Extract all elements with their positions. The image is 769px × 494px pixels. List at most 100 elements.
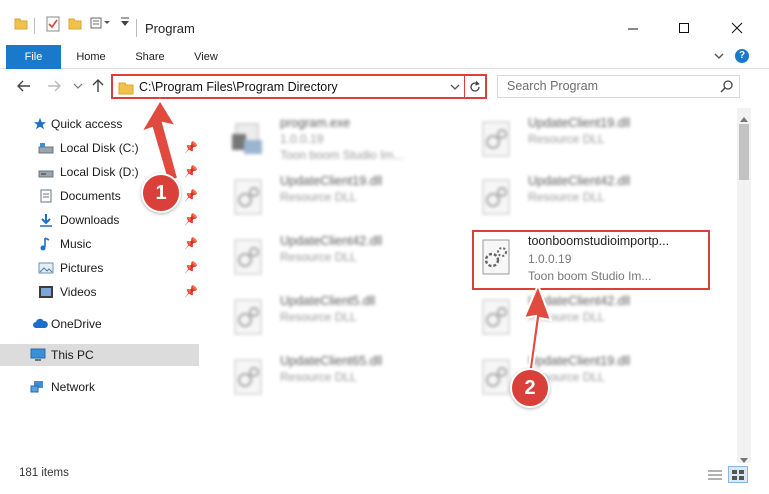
search-placeholder: Search Program [507, 79, 599, 93]
nav-label: Local Disk (D:) [60, 165, 139, 179]
close-icon [731, 22, 743, 34]
file-item[interactable]: UpdateClient19.dll Resource DLL [224, 172, 454, 226]
cloud-icon [33, 318, 48, 328]
drive-icon [38, 170, 54, 178]
properties-icon[interactable] [46, 16, 60, 32]
file-type: Resource DLL [528, 132, 605, 146]
up-button[interactable] [88, 78, 108, 98]
nav-network[interactable]: Network [0, 376, 199, 398]
nav-label: Videos [60, 285, 97, 299]
pin-icon: 📌 [184, 214, 198, 226]
window-title: Program [145, 21, 195, 36]
maximize-icon [679, 23, 689, 33]
dll-file-icon [234, 239, 262, 275]
computer-icon [30, 348, 46, 361]
nav-music[interactable]: Music 📌 [0, 233, 199, 255]
music-icon [40, 237, 50, 251]
chevron-down-icon [73, 83, 83, 89]
nav-local-disk-c[interactable]: Local Disk (C:) 📌 [0, 137, 199, 159]
documents-icon [40, 189, 52, 203]
file-name: UpdateClient65.dll [280, 354, 383, 368]
file-type: Resource DLL [280, 190, 357, 204]
file-item[interactable]: UpdateClient65.dll Resource DLL [224, 352, 454, 406]
dll-file-icon [234, 359, 262, 395]
expand-ribbon-icon[interactable] [713, 50, 725, 65]
refresh-button[interactable] [468, 79, 482, 98]
pin-icon: 📌 [184, 262, 198, 274]
file-type: Resource DLL [528, 310, 605, 324]
file-type: Resource DLL [280, 310, 357, 324]
up-arrow-icon [92, 79, 104, 92]
nav-label: This PC [51, 348, 94, 362]
tab-share[interactable]: Share [127, 45, 173, 69]
minimize-button[interactable] [618, 15, 648, 41]
new-folder-icon[interactable] [68, 16, 82, 30]
pin-icon: 📌 [184, 238, 198, 250]
dll-file-icon [482, 121, 510, 157]
nav-videos[interactable]: Videos 📌 [0, 281, 199, 303]
scrollbar-thumb[interactable] [739, 124, 749, 180]
download-icon [40, 214, 52, 227]
refresh-icon [470, 81, 480, 92]
chevron-down-icon[interactable] [449, 80, 461, 97]
forward-arrow-icon [48, 80, 61, 92]
file-type: Resource DLL [280, 250, 357, 264]
file-item[interactable]: UpdateClient19.dll Resource DLL [472, 114, 702, 168]
folder-icon [14, 16, 28, 30]
close-button[interactable] [722, 15, 752, 41]
callout-badge-1: 1 [141, 173, 181, 213]
tab-home[interactable]: Home [68, 45, 114, 69]
vertical-scrollbar[interactable] [737, 108, 751, 463]
address-bar[interactable]: C:\Program Files\Program Directory [111, 74, 487, 99]
pictures-icon [38, 262, 54, 274]
dll-file-icon [482, 179, 510, 215]
nav-quick-access[interactable]: Quick access [0, 113, 199, 135]
file-item[interactable]: UpdateClient5.dll Resource DLL [224, 292, 454, 346]
nav-this-pc[interactable]: This PC [0, 344, 199, 366]
nav-label: Quick access [51, 117, 123, 131]
pin-icon: 📌 [184, 286, 198, 298]
file-item[interactable]: UpdateClient19.dll Resource DLL [472, 352, 702, 406]
dll-file-icon [482, 299, 510, 335]
file-item[interactable]: UpdateClient42.dll Resource DLL [472, 292, 702, 346]
forward-button[interactable] [44, 78, 64, 98]
search-input[interactable]: Search Program [497, 75, 740, 98]
large-icons-view-icon [732, 470, 744, 480]
callout-badge-2: 2 [510, 368, 550, 408]
file-item[interactable]: UpdateClient42.dll Resource DLL [472, 172, 702, 226]
scroll-up-icon[interactable] [740, 111, 748, 125]
maximize-button[interactable] [669, 15, 699, 41]
target-file-highlight [472, 230, 710, 290]
recent-locations-button[interactable] [68, 78, 88, 98]
customize-toolbar-icon[interactable] [120, 16, 130, 28]
network-icon [30, 381, 43, 393]
dll-file-icon [234, 179, 262, 215]
drive-icon [38, 143, 54, 154]
item-count: 181 items [19, 467, 69, 479]
back-arrow-icon [17, 80, 30, 92]
help-button[interactable]: ? [735, 49, 749, 63]
folder-icon [118, 79, 134, 98]
file-name: UpdateClient42.dll [528, 174, 631, 188]
nav-onedrive[interactable]: OneDrive [0, 313, 199, 335]
view-options-icon[interactable] [90, 16, 114, 30]
address-path[interactable]: C:\Program Files\Program Directory [139, 80, 338, 94]
title-separator [136, 19, 137, 37]
back-button[interactable] [14, 78, 34, 98]
pin-icon: 📌 [184, 166, 198, 178]
file-name: UpdateClient19.dll [280, 174, 383, 188]
nav-pictures[interactable]: Pictures 📌 [0, 257, 199, 279]
nav-label: Network [51, 380, 96, 394]
nav-label: Downloads [60, 213, 120, 227]
tab-view[interactable]: View [183, 45, 229, 69]
details-view-icon[interactable] [707, 469, 723, 484]
file-name: UpdateClient19.dll [528, 354, 631, 368]
tab-file[interactable]: File [6, 45, 61, 69]
search-icon[interactable] [720, 79, 734, 96]
large-icons-view-button[interactable] [728, 466, 748, 483]
file-type: Resource DLL [528, 190, 605, 204]
nav-downloads[interactable]: Downloads 📌 [0, 209, 199, 231]
file-item[interactable]: program.exe 1.0.0.19 Toon boom Studio Im… [224, 114, 454, 168]
exe-file-icon [232, 123, 262, 154]
file-item[interactable]: UpdateClient42.dll Resource DLL [224, 232, 454, 286]
